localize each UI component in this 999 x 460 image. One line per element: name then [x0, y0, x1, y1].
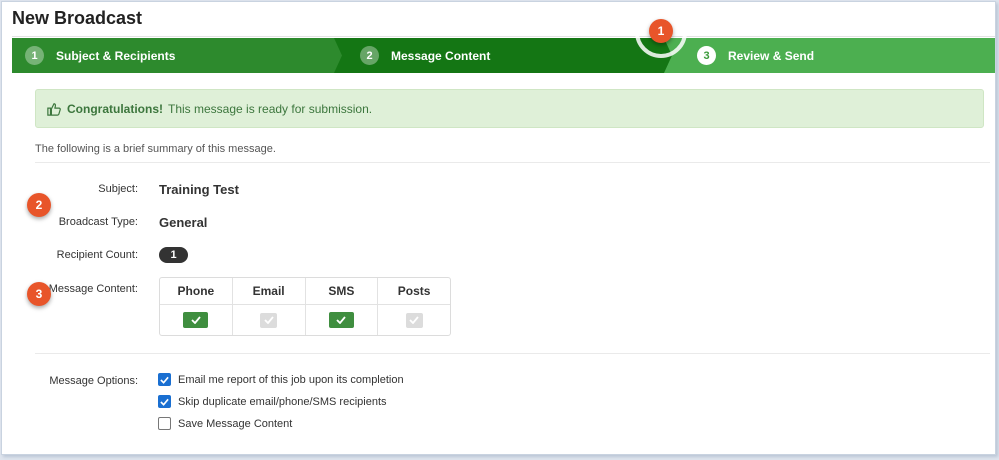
checkbox-checked[interactable]: [158, 373, 171, 386]
divider: [35, 162, 990, 163]
divider: [12, 36, 995, 37]
step-number: 3: [697, 46, 716, 65]
step-label: Review & Send: [728, 48, 815, 63]
wizard-step-review-send[interactable]: 3 Review & Send: [662, 38, 995, 73]
step-label: Message Content: [391, 48, 491, 63]
recipient-count-label: Recipient Count:: [56, 249, 138, 261]
broadcast-window: New Broadcast 1 Subject & Recipients 2 M…: [1, 1, 996, 455]
broadcast-type-label: Broadcast Type:: [58, 216, 138, 228]
subject-label: Subject:: [98, 183, 138, 195]
step-number: 1: [25, 46, 44, 65]
callout-badge-1: 1: [649, 19, 673, 43]
wizard-step-message-content[interactable]: 2 Message Content: [332, 38, 672, 73]
content-column-email: Email: [232, 278, 306, 335]
recipient-count-badge: 1: [159, 247, 188, 263]
broadcast-type-value: General: [159, 215, 208, 230]
checkbox-checked[interactable]: [158, 395, 171, 408]
option-label: Email me report of this job upon its com…: [178, 373, 404, 386]
check-icon: [183, 312, 209, 328]
message-options-label: Message Options:: [49, 375, 138, 387]
content-column-sms: SMS: [305, 278, 379, 335]
check-icon: [405, 312, 423, 328]
column-header: Email: [232, 278, 305, 305]
success-alert: Congratulations! This message is ready f…: [35, 89, 984, 128]
thumbs-up-icon: [47, 102, 61, 116]
option-save-content[interactable]: Save Message Content: [158, 417, 292, 430]
option-label: Save Message Content: [178, 417, 293, 430]
alert-message: This message is ready for submission.: [168, 101, 373, 116]
callout-badge-2: 2: [27, 193, 51, 217]
step-number: 2: [360, 46, 379, 65]
callout-badge-3: 3: [27, 282, 51, 306]
wizard-steps: 1 Subject & Recipients 2 Message Content…: [12, 38, 995, 73]
checkbox-unchecked[interactable]: [158, 417, 171, 430]
option-label: Skip duplicate email/phone/SMS recipient…: [178, 395, 387, 408]
page-title: New Broadcast: [12, 8, 143, 28]
column-header: SMS: [305, 278, 378, 305]
option-email-report[interactable]: Email me report of this job upon its com…: [158, 373, 404, 386]
check-icon: [260, 312, 278, 328]
wizard-step-subject-recipients[interactable]: 1 Subject & Recipients: [12, 38, 342, 73]
check-icon: [328, 312, 354, 328]
column-header: Phone: [160, 278, 232, 305]
step-label: Subject & Recipients: [56, 48, 176, 63]
summary-intro: The following is a brief summary of this…: [35, 143, 276, 155]
content-column-phone: Phone: [160, 278, 233, 335]
message-content-table: Phone Email SMS Posts: [159, 277, 451, 336]
divider: [35, 353, 990, 354]
alert-title: Congratulations!: [67, 101, 163, 116]
column-header: Posts: [378, 278, 450, 305]
content-column-posts: Posts: [378, 278, 450, 335]
subject-value: Training Test: [159, 182, 239, 197]
option-skip-duplicates[interactable]: Skip duplicate email/phone/SMS recipient…: [158, 395, 387, 408]
